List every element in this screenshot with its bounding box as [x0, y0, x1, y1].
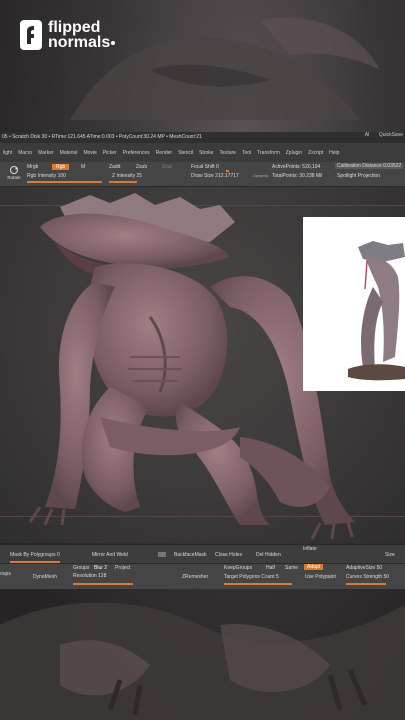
z-intensity-bar — [109, 181, 137, 183]
subtool-row-1: Mask By Polygroups 0 Mirror And Weld Bac… — [0, 544, 405, 564]
mrgb-button[interactable]: Mrgb — [27, 164, 38, 170]
project-button[interactable]: Project — [115, 565, 131, 571]
menu-item-preferences[interactable]: Preferences — [123, 150, 150, 156]
reference-image-panel — [303, 217, 405, 391]
brand-line-1: flipped — [48, 19, 101, 36]
blurred-creature-bottom — [0, 602, 405, 720]
focal-shift-bar — [226, 170, 229, 172]
keepgroups-button[interactable]: KeepGroups — [224, 565, 252, 571]
rgb-intensity-bar — [27, 181, 102, 183]
zremesher-button[interactable]: ZRemesher — [182, 574, 208, 580]
menu-item-light[interactable]: light — [3, 150, 12, 156]
active-points-readout: ActivePoints: 520,194 — [272, 164, 321, 170]
zbrush-menubar: 05 • Scratch Disk 30 • RTime:121.645 ATi… — [0, 132, 405, 163]
del-hidden-button[interactable]: Del Hidden — [256, 552, 281, 558]
z-intensity-slider[interactable]: Z Intensity 25 — [112, 173, 142, 179]
status-bar: 05 • Scratch Disk 30 • RTime:121.645 ATi… — [0, 132, 405, 143]
brand-line-2: normals — [48, 34, 111, 51]
draw-size-slider[interactable]: Draw Size 212.17717 — [191, 173, 239, 179]
menu-item-marker[interactable]: Marker — [38, 150, 54, 156]
rotate-label: Rotate — [7, 175, 21, 180]
menu-item-help[interactable]: Help — [329, 150, 339, 156]
menu-item-tool[interactable]: Tool — [242, 150, 251, 156]
menu-item-stroke[interactable]: Stroke — [199, 150, 213, 156]
total-points-readout: TotalPoints: 30.238 Mil — [272, 173, 323, 179]
flipped-normals-icon — [20, 20, 42, 50]
menu-item-render[interactable]: Render — [156, 150, 172, 156]
resolution-slider[interactable]: Resolution 128 — [73, 573, 106, 579]
menu-item-macro[interactable]: Macro — [18, 150, 32, 156]
blur-slider[interactable]: Blur 2 — [94, 565, 107, 571]
mirror-and-weld-toggle[interactable] — [158, 552, 166, 557]
menu-item-material[interactable]: Material — [60, 150, 78, 156]
rgb-intensity-slider[interactable]: Rgb Intensity 100 — [27, 173, 66, 179]
calibration-distance[interactable]: Calibration Distance 0.03522 — [335, 163, 404, 169]
menu-item-transform[interactable]: Transform — [257, 150, 280, 156]
half-button[interactable]: Half — [266, 565, 275, 571]
close-holes-button[interactable]: Close Holes — [215, 552, 242, 558]
spotlight-projection-button[interactable]: Spotlight Projection — [337, 173, 380, 179]
quicksave-area: AI QuickSave — [363, 132, 405, 138]
backface-mask-button[interactable]: BackfaceMask — [174, 552, 207, 558]
same-button[interactable]: Same — [285, 565, 298, 571]
status-text: 05 • Scratch Disk 30 • RTime:121.645 ATi… — [2, 134, 202, 140]
curves-strength-slider[interactable]: Curves Strength 50 — [346, 574, 389, 580]
reference-creature-render — [348, 241, 405, 381]
dynamic-button[interactable]: Dynamic — [253, 173, 269, 178]
menu-item-stencil[interactable]: Stencil — [178, 150, 193, 156]
menu-item-picker[interactable]: Picker — [103, 150, 117, 156]
zadd-button[interactable]: Zadd — [109, 164, 120, 170]
rotate-button[interactable]: Rotate — [6, 165, 22, 183]
menu-item-texture[interactable]: Texture — [220, 150, 236, 156]
menu-item-movie[interactable]: Movie — [83, 150, 96, 156]
m-button[interactable]: M — [81, 164, 85, 170]
adapt-button[interactable]: Adapt — [304, 564, 324, 570]
menu-item-zscript[interactable]: Zscript — [308, 150, 323, 156]
size-slider[interactable]: Size — [385, 552, 395, 558]
ai-label: AI — [364, 132, 370, 138]
zcut-button[interactable]: Zcut — [162, 164, 172, 170]
mask-by-polygroups-slider[interactable]: Mask By Polygroups 0 — [10, 552, 60, 558]
inflate-slider[interactable]: Inflate — [303, 546, 317, 552]
groups-toggle[interactable]: Groups — [73, 565, 89, 571]
focal-shift-slider[interactable]: Focal Shift 0 — [191, 164, 219, 170]
quicksave-button[interactable]: QuickSave — [379, 132, 403, 138]
rotate-icon — [10, 166, 18, 174]
zsub-button[interactable]: Zsub — [136, 164, 147, 170]
target-polygons-slider[interactable]: Target Polygons Count 5 — [224, 574, 279, 580]
menu-item-zplugin[interactable]: Zplugin — [286, 150, 302, 156]
mirror-and-weld-button[interactable]: Mirror And Weld — [92, 552, 128, 558]
main-menu: light Macro Marker Material Movie Picker… — [0, 144, 342, 162]
brush-toolbar: Rotate Mrgb Rgb M Rgb Intensity 100 Zadd… — [0, 162, 405, 187]
groups-button[interactable]: oups — [0, 571, 11, 577]
flipped-normals-logo: flipped normals — [20, 19, 116, 51]
rgb-button[interactable]: Rgb — [52, 164, 70, 170]
adaptive-size-slider[interactable]: AdaptiveSize 50 — [346, 565, 382, 571]
dynamesh-button[interactable]: DynaMesh — [33, 574, 57, 580]
use-polypaint-button[interactable]: Use Polypaint — [305, 574, 336, 580]
